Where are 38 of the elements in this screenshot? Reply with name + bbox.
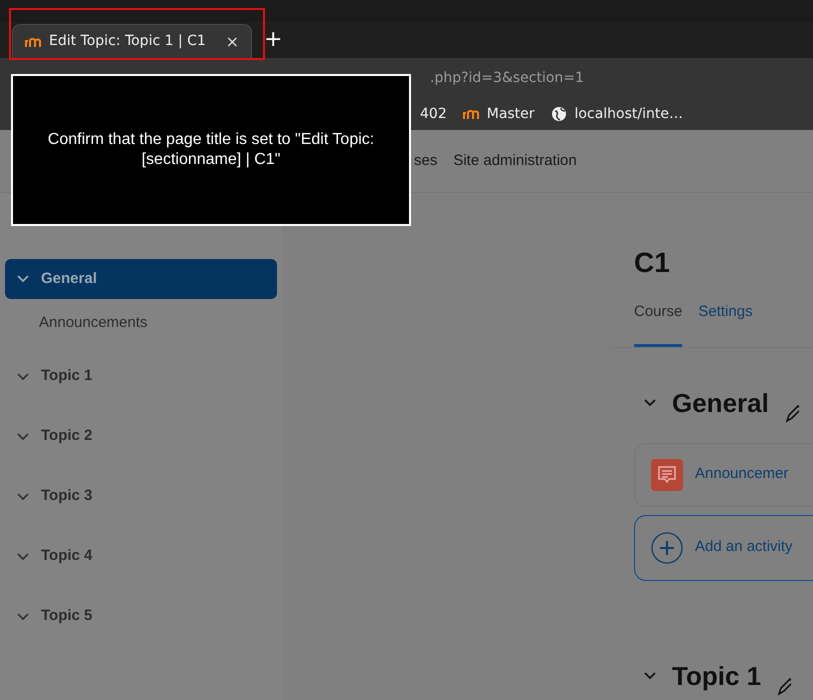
sidebar-subitem[interactable]: Announcements [5, 312, 277, 334]
forum-icon [651, 458, 683, 490]
tab-title: Edit Topic: Topic 1 | C1 [49, 32, 207, 51]
add-activity-button[interactable]: Add an activity [634, 514, 813, 580]
globe-icon [550, 106, 567, 122]
chevron-down-icon [17, 275, 29, 283]
bookmark[interactable]: localhost/inte… [550, 104, 683, 124]
new-tab-button[interactable]: + [264, 24, 282, 58]
chevron-down-icon [17, 372, 29, 380]
sidebar-item[interactable]: Topic 1 [5, 356, 277, 396]
sidebar-item[interactable]: General [5, 259, 277, 299]
close-icon[interactable]: × [226, 30, 239, 54]
section-title: Topic 1 [672, 660, 762, 692]
sidebar-item[interactable]: Topic 2 [5, 416, 277, 456]
chevron-down-icon [644, 672, 656, 680]
nav-link[interactable]: Site administration [453, 150, 577, 172]
sidebar-item[interactable]: Topic 3 [5, 476, 277, 516]
chevron-down-icon [17, 432, 29, 440]
bookmark[interactable]: 402 [420, 104, 447, 124]
instruction-text: Confirm that the page title is set to "Edit Topic: [sectionname] | C1" [46, 130, 376, 170]
chevron-down-icon [17, 492, 29, 500]
course-title: C1 [634, 246, 671, 280]
nav-link[interactable]: ses [414, 150, 438, 172]
chevron-down-icon [644, 399, 656, 407]
course-tab[interactable]: Course [634, 297, 682, 346]
chevron-down-icon [17, 612, 29, 620]
plus-icon [651, 532, 683, 564]
section-title: General [672, 386, 769, 420]
browser-tab[interactable]: Edit Topic: Topic 1 | C1 × [12, 24, 252, 58]
logo-icon [462, 109, 479, 119]
course-tab[interactable]: Settings [698, 297, 753, 346]
bookmark[interactable]: Master [462, 104, 535, 124]
activity-card[interactable]: Announcemer [634, 442, 813, 506]
sidebar-item[interactable]: Topic 5 [5, 596, 277, 636]
sidebar-item[interactable]: Topic 4 [5, 536, 277, 576]
logo-icon [25, 36, 41, 46]
address-text[interactable]: .php?id=3&section=1 [430, 68, 584, 88]
chevron-down-icon [17, 552, 29, 560]
